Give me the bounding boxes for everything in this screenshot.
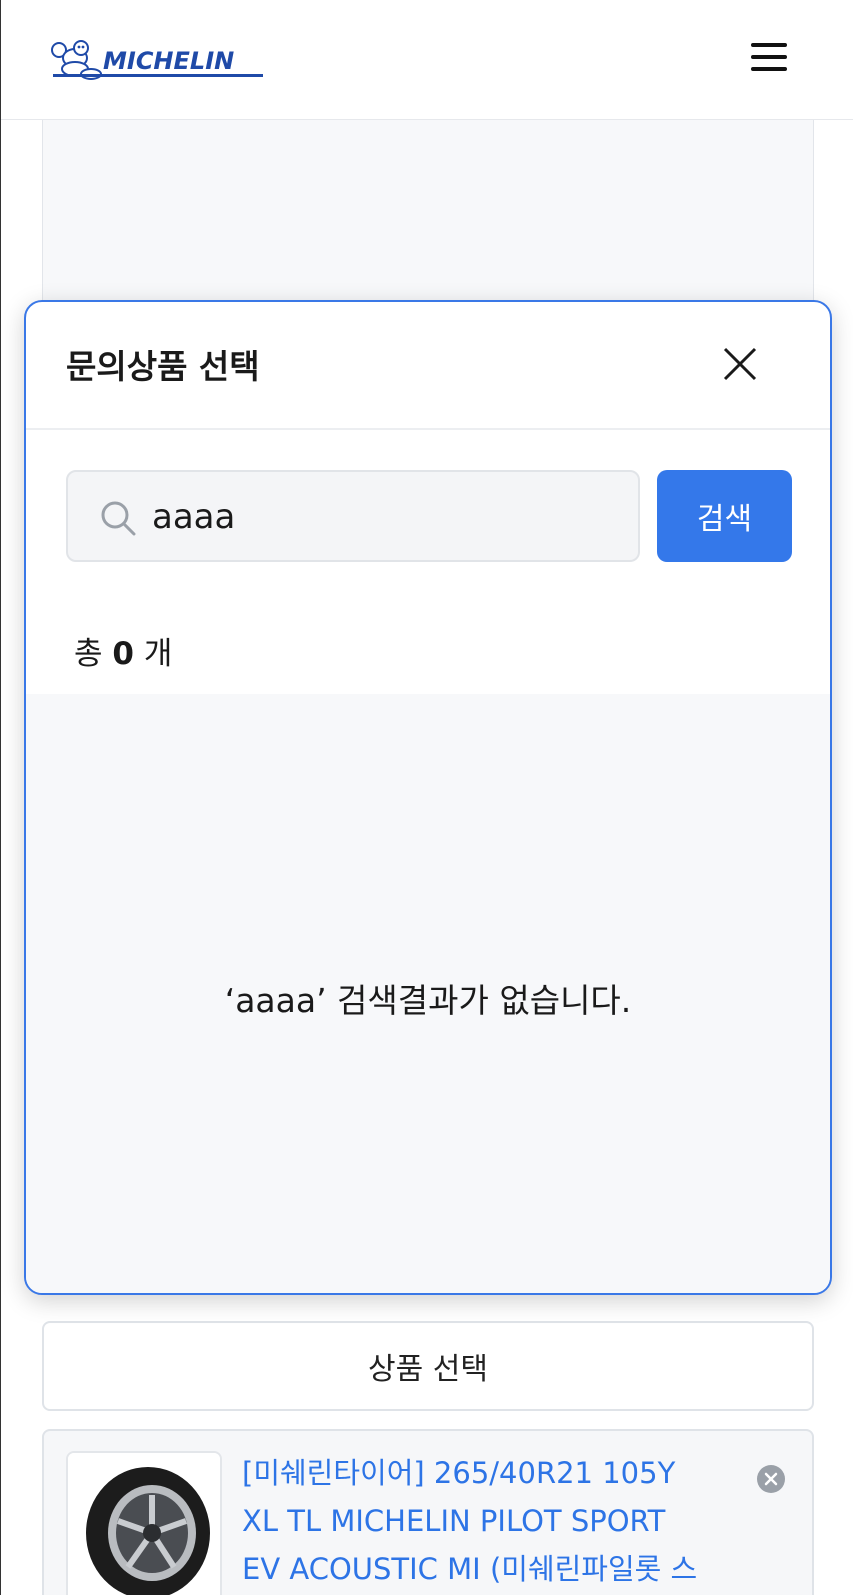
close-icon xyxy=(723,347,757,381)
hamburger-menu-button[interactable] xyxy=(749,40,789,74)
background-form-card xyxy=(42,119,814,319)
result-count: 총 0 개 xyxy=(74,628,172,673)
result-count-number: 0 xyxy=(112,636,134,672)
search-results-area: ‘aaaa’ 검색결과가 없습니다. xyxy=(26,694,830,1293)
remove-icon xyxy=(764,1472,778,1486)
select-product-button[interactable]: 상품 선택 xyxy=(42,1321,814,1411)
product-name-link[interactable]: [미쉐린타이어] 265/40R21 105Y XL TL MICHELIN P… xyxy=(242,1449,712,1595)
product-select-modal: 문의상품 선택 검색 총 0 개 ‘aaaa’ 검색결과가 없습니다. xyxy=(24,300,832,1295)
result-count-prefix: 총 xyxy=(74,636,103,672)
select-product-label: 상품 선택 xyxy=(368,1352,488,1387)
search-field[interactable] xyxy=(66,470,640,562)
empty-results-message: ‘aaaa’ 검색결과가 없습니다. xyxy=(224,981,632,1020)
modal-title: 문의상품 선택 xyxy=(66,347,260,386)
remove-product-button[interactable] xyxy=(757,1465,785,1493)
modal-close-button[interactable] xyxy=(722,346,758,382)
page: MICHELIN 상품 선택 [미쉐린타이어] 265/40R21 105Y X… xyxy=(0,0,853,1595)
logo-wordmark: MICHELIN xyxy=(103,47,234,75)
search-icon xyxy=(101,501,136,536)
result-count-suffix: 개 xyxy=(143,636,173,672)
selected-product-card: [미쉐린타이어] 265/40R21 105Y XL TL MICHELIN P… xyxy=(42,1429,814,1595)
product-thumbnail xyxy=(66,1451,222,1595)
site-header: MICHELIN xyxy=(1,0,853,120)
michelin-logo[interactable]: MICHELIN xyxy=(45,36,265,82)
hamburger-icon xyxy=(751,43,787,47)
search-input[interactable] xyxy=(152,488,622,546)
tire-image xyxy=(68,1453,220,1595)
modal-header: 문의상품 선택 xyxy=(26,302,830,430)
search-button[interactable]: 검색 xyxy=(657,470,792,562)
